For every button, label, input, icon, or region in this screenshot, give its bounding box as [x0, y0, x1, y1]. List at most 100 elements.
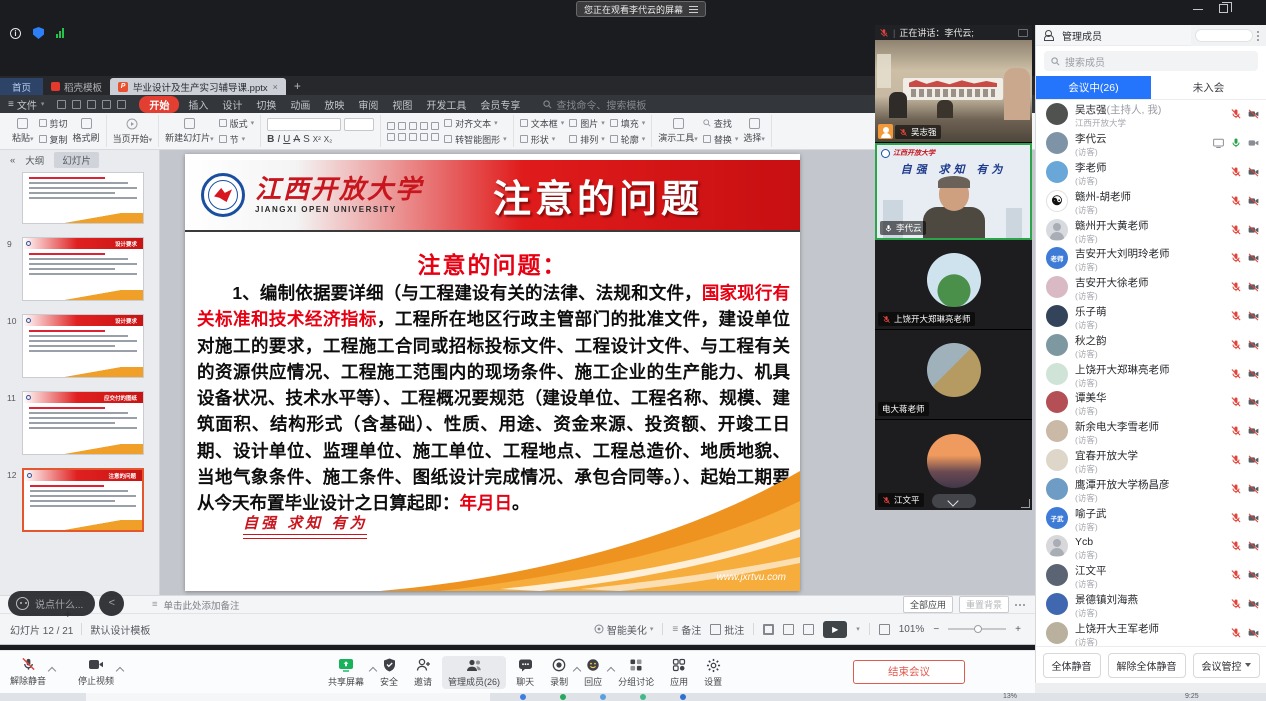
view-sorter-icon[interactable] [783, 624, 794, 635]
slide-thumbnail[interactable]: 11 应交付的图纸 [22, 391, 159, 455]
play-from-page-button[interactable]: 当页开始▾ [113, 118, 153, 145]
tab-docer[interactable]: 稻壳模板 [43, 78, 110, 95]
video-tile-wuzhiqiang[interactable]: 吴志强 [875, 40, 1032, 143]
font-size-select[interactable] [344, 118, 374, 131]
participant-row[interactable]: 赣州开大黄老师 (访客) [1036, 215, 1266, 244]
participant-row[interactable]: 乐子萌 (访客) [1036, 302, 1266, 331]
slide-thumbnail[interactable] [22, 172, 159, 224]
search-members-input[interactable]: 搜索成员 [1044, 51, 1258, 71]
new-tab-button[interactable]: + [294, 79, 301, 93]
chat-button[interactable]: 聊天 [510, 656, 540, 689]
align-icons[interactable] [387, 133, 439, 141]
textbox-button[interactable]: 文本框▾ [520, 117, 565, 130]
tab-slides[interactable]: 幻灯片 [54, 152, 99, 168]
apps-button[interactable]: 应用 [664, 656, 694, 689]
emoji-icon[interactable] [16, 597, 29, 610]
strike-button[interactable]: A [293, 134, 300, 145]
fill-button[interactable]: 填充▾ [610, 117, 646, 130]
record-button[interactable]: 录制 [544, 656, 574, 689]
tab-document-active[interactable]: P 毕业设计及生产实习辅导课.pptx × [110, 78, 286, 95]
slide-thumbnail[interactable]: 10 设计要求 [22, 314, 159, 378]
reactions-button[interactable]: 回应 [578, 656, 608, 689]
new-slide-button[interactable]: 新建幻灯片▾ [165, 118, 214, 144]
tab-home[interactable]: 首页 [0, 78, 43, 95]
paste-button[interactable]: 粘贴▾ [12, 118, 34, 144]
menu-item-0[interactable]: 插入 [188, 97, 208, 112]
manage-members-button[interactable]: 管理成员(26) [442, 656, 506, 689]
current-slide[interactable]: 江西开放大学 JIANGXI OPEN UNIVERSITY 注意的问题 注意的… [185, 154, 800, 591]
tab-not-joined[interactable]: 未入会 [1151, 76, 1266, 99]
notes-placeholder[interactable]: 单击此处添加备注 [164, 598, 240, 612]
video-tile-jianglaoshi[interactable]: 电大蒋老师 [875, 330, 1032, 420]
file-menu[interactable]: ≡文件▾ [8, 97, 44, 112]
mic-options-caret[interactable] [48, 667, 56, 675]
font-family-select[interactable] [267, 118, 341, 131]
sidebar-collapse-icon[interactable]: « [10, 155, 15, 166]
fit-window-icon[interactable] [879, 624, 890, 635]
bold-button[interactable]: B [267, 134, 274, 145]
picture-button[interactable]: 图片▾ [569, 117, 605, 130]
design-template-label[interactable]: 默认设计模板 [90, 622, 150, 637]
slide-thumbnail[interactable]: 12 注意的问题 [22, 468, 159, 532]
participant-row[interactable]: 上饶开大王军老师 (访客) [1036, 618, 1266, 646]
tab-in-meeting[interactable]: 会议中(26) [1036, 76, 1151, 99]
chat-input-bubble[interactable]: 说点什么... [8, 591, 95, 616]
minimize-button[interactable] [1193, 9, 1203, 10]
menu-item-7[interactable]: 开发工具 [426, 97, 466, 112]
smart-graphic-button[interactable]: 转智能图形▾ [444, 133, 507, 146]
share-screen-button[interactable]: 共享屏幕 [322, 656, 370, 689]
menu-item-1[interactable]: 设计 [222, 97, 242, 112]
view-normal-icon[interactable] [763, 624, 774, 635]
notes-toggle[interactable]: ≡备注 [672, 622, 701, 637]
unmute-button[interactable]: 解除静音 [10, 656, 46, 687]
layout-button[interactable]: 版式▾ [219, 117, 255, 130]
menu-start-active[interactable]: 开始 [139, 96, 179, 113]
security-button[interactable]: 安全 [374, 656, 404, 689]
arrange-button[interactable]: 排列▾ [569, 133, 605, 146]
participant-row[interactable]: 鹰潭开放大学杨昌彦 (访客) [1036, 474, 1266, 503]
present-tools-button[interactable]: 演示工具▾ [658, 118, 698, 144]
menu-item-4[interactable]: 放映 [324, 97, 344, 112]
play-dropdown-icon[interactable]: ▾ [856, 625, 860, 633]
participant-row[interactable]: 秋之韵 (访客) [1036, 330, 1266, 359]
reset-background-button[interactable]: 重置背景 [959, 596, 1009, 613]
format-painter-button[interactable]: 格式刷 [73, 118, 100, 144]
participant-row[interactable]: 江文平 (访客) [1036, 561, 1266, 590]
taskbar-icon[interactable] [640, 694, 646, 700]
participant-row[interactable]: Ycb (访客) [1036, 532, 1266, 561]
participant-row[interactable]: 谭美华 (访客) [1036, 388, 1266, 417]
participant-row[interactable]: 景德镇刘海燕 (访客) [1036, 590, 1266, 619]
tab-outline[interactable]: 大纲 [25, 153, 44, 167]
unmute-all-button[interactable]: 解除全体静音 [1108, 653, 1186, 678]
participant-row[interactable]: 新余电大李雪老师 (访客) [1036, 417, 1266, 446]
info-icon[interactable]: i [10, 28, 21, 39]
toast-menu-icon[interactable] [689, 6, 698, 13]
smart-beautify-button[interactable]: 智能美化▾ [594, 622, 654, 637]
find-button[interactable]: 查找 [703, 117, 739, 130]
underline-button[interactable]: U [283, 134, 290, 145]
collapse-videos-button[interactable] [932, 494, 976, 508]
quick-access-icons[interactable] [57, 100, 126, 109]
video-tile-zhenglinliang[interactable]: 上饶开大郑琳亮老师 [875, 240, 1032, 330]
italic-button[interactable]: I [277, 134, 280, 145]
zoom-out-button[interactable]: − [933, 624, 939, 635]
view-reading-icon[interactable] [803, 624, 814, 635]
participant-row[interactable]: 老师 吉安开大刘明玲老师 (访客) [1036, 244, 1266, 273]
more-options-icon[interactable] [1015, 604, 1025, 606]
menu-item-5[interactable]: 审阅 [358, 97, 378, 112]
shape-button[interactable]: 形状▾ [520, 133, 565, 146]
participant-row[interactable]: 宜春开放大学 (访客) [1036, 446, 1266, 475]
zoom-in-button[interactable]: + [1015, 624, 1021, 635]
align-text-button[interactable]: 对齐文本▾ [444, 117, 507, 130]
participant-row[interactable]: 上饶开大郑琳亮老师 (访客) [1036, 359, 1266, 388]
superscript-button[interactable]: X² [313, 135, 321, 144]
shadow-button[interactable]: S [303, 134, 310, 145]
participant-row[interactable]: 吴志强(主持人, 我) 江西开放大学 [1036, 100, 1266, 129]
cut-button[interactable]: 剪切 [39, 117, 68, 130]
video-layout-icon[interactable] [1018, 29, 1028, 37]
outline-button[interactable]: 轮廓▾ [610, 133, 646, 146]
menu-item-3[interactable]: 动画 [290, 97, 310, 112]
select-button[interactable]: 选择▾ [743, 118, 765, 144]
invite-button[interactable]: 邀请 [408, 656, 438, 689]
zoom-slider-knob[interactable] [974, 625, 982, 633]
